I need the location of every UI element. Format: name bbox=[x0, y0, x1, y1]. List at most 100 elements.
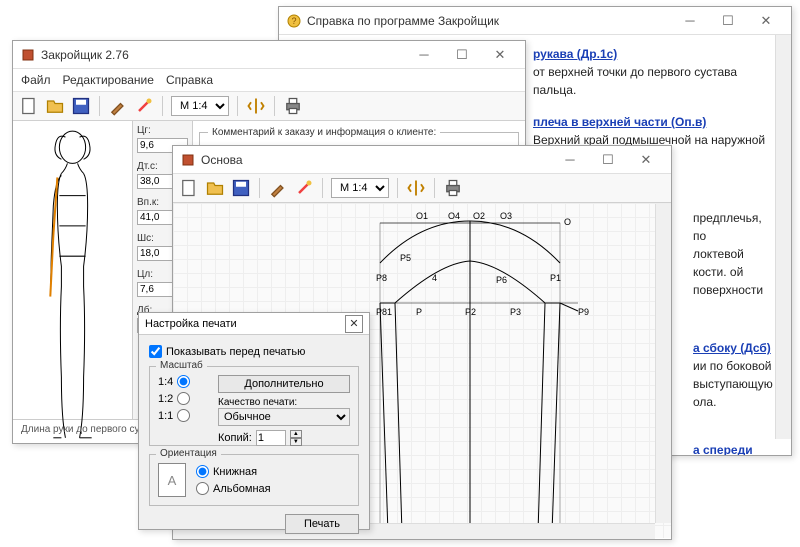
svg-text:P2: P2 bbox=[465, 307, 476, 317]
osnova-scrollbar-vertical[interactable] bbox=[655, 204, 671, 523]
svg-text:P1: P1 bbox=[550, 273, 561, 283]
scale-1-2-radio[interactable] bbox=[177, 392, 190, 405]
main-toolbar: М 1:4 bbox=[13, 92, 525, 121]
brush-icon[interactable] bbox=[268, 178, 288, 198]
svg-text:P6: P6 bbox=[496, 275, 507, 285]
main-title: Закройщик 2.76 bbox=[41, 48, 407, 62]
svg-text:O2: O2 bbox=[473, 211, 485, 221]
toolbar-separator bbox=[434, 178, 435, 198]
quality-label: Качество печати: bbox=[218, 397, 350, 408]
save-icon[interactable] bbox=[231, 178, 251, 198]
new-icon[interactable] bbox=[179, 178, 199, 198]
help-link-4[interactable]: а сбоку (Дсб) bbox=[693, 341, 771, 355]
svg-text:P81: P81 bbox=[376, 307, 392, 317]
toolbar-separator bbox=[397, 178, 398, 198]
svg-text:O3: O3 bbox=[500, 211, 512, 221]
svg-text:P9: P9 bbox=[578, 307, 589, 317]
portrait-radio[interactable] bbox=[196, 465, 209, 478]
print-dialog: Настройка печати ✕ Показывать перед печа… bbox=[138, 312, 370, 530]
help-text-3b: локтевой кости. ой поверхности bbox=[693, 247, 763, 297]
main-titlebar: Закройщик 2.76 ─ ☐ ✕ bbox=[13, 41, 525, 69]
toolbar-separator bbox=[237, 96, 238, 116]
help-scrollbar-vertical[interactable] bbox=[775, 35, 791, 439]
help-text-4: ии по боковой выступающую ола. bbox=[693, 359, 773, 409]
osnova-toolbar: М 1:4 bbox=[173, 174, 671, 203]
help-link-5[interactable]: а спереди (Дсп) bbox=[693, 443, 753, 455]
svg-text:?: ? bbox=[291, 16, 296, 26]
meas-label: Цг: bbox=[137, 125, 188, 136]
help-app-icon: ? bbox=[287, 14, 301, 28]
print-button[interactable]: Печать bbox=[285, 514, 359, 534]
svg-text:P: P bbox=[416, 307, 422, 317]
main-close-button[interactable]: ✕ bbox=[483, 45, 517, 65]
osnova-app-icon bbox=[181, 153, 195, 167]
svg-text:P5: P5 bbox=[400, 253, 411, 263]
quality-select[interactable]: Обычное bbox=[218, 408, 350, 426]
toolbar-separator bbox=[162, 96, 163, 116]
new-icon[interactable] bbox=[19, 96, 39, 116]
help-text-1: от верхней точки до первого сустава паль… bbox=[533, 65, 737, 97]
toolbar-separator bbox=[259, 178, 260, 198]
menu-file[interactable]: Файл bbox=[21, 73, 51, 87]
help-minimize-button[interactable]: ─ bbox=[673, 11, 707, 31]
brush-icon[interactable] bbox=[108, 96, 128, 116]
show-preview-checkbox[interactable] bbox=[149, 345, 162, 358]
extra-button[interactable]: Дополнительно bbox=[218, 375, 350, 393]
svg-text:O4: O4 bbox=[448, 211, 460, 221]
menu-edit[interactable]: Редактирование bbox=[63, 73, 154, 87]
help-link-1[interactable]: рукава (Др.1с) bbox=[533, 47, 617, 61]
print-title: Настройка печати bbox=[145, 318, 237, 330]
scale-select[interactable]: М 1:4 bbox=[171, 96, 229, 116]
main-menubar: Файл Редактирование Справка bbox=[13, 69, 525, 92]
menu-help[interactable]: Справка bbox=[166, 73, 213, 87]
toolbar-separator bbox=[99, 96, 100, 116]
figure-panel bbox=[13, 121, 133, 419]
help-link-2[interactable]: плеча в верхней части (Оп.в) bbox=[533, 115, 706, 129]
print-icon[interactable] bbox=[443, 178, 463, 198]
save-icon[interactable] bbox=[71, 96, 91, 116]
help-close-button[interactable]: ✕ bbox=[749, 11, 783, 31]
scale-1-4-radio[interactable] bbox=[177, 375, 190, 388]
svg-text:O: O bbox=[564, 217, 571, 227]
copies-down-icon[interactable]: ▼ bbox=[290, 438, 302, 446]
osnova-minimize-button[interactable]: ─ bbox=[553, 150, 587, 170]
print-icon[interactable] bbox=[283, 96, 303, 116]
help-title: Справка по программе Закройщик bbox=[307, 14, 673, 28]
page-orientation-icon: A bbox=[158, 463, 186, 497]
osnova-title: Основа bbox=[201, 153, 553, 167]
help-maximize-button[interactable]: ☐ bbox=[711, 11, 745, 31]
print-titlebar: Настройка печати ✕ bbox=[139, 313, 369, 335]
figure-svg bbox=[17, 125, 128, 448]
orient-group-label: Ориентация bbox=[156, 448, 221, 459]
main-minimize-button[interactable]: ─ bbox=[407, 45, 441, 65]
help-titlebar: ? Справка по программе Закройщик ─ ☐ ✕ bbox=[279, 7, 791, 35]
comment-legend: Комментарий к заказу и информация о клие… bbox=[208, 127, 440, 138]
mirror-icon[interactable] bbox=[246, 96, 266, 116]
osnova-close-button[interactable]: ✕ bbox=[629, 150, 663, 170]
osnova-maximize-button[interactable]: ☐ bbox=[591, 150, 625, 170]
status-text: Длина руки до первого су bbox=[21, 424, 140, 435]
osnova-titlebar: Основа ─ ☐ ✕ bbox=[173, 146, 671, 174]
copies-up-icon[interactable]: ▲ bbox=[290, 430, 302, 438]
mirror-icon[interactable] bbox=[406, 178, 426, 198]
wand-icon[interactable] bbox=[134, 96, 154, 116]
print-close-button[interactable]: ✕ bbox=[345, 315, 363, 333]
main-app-icon bbox=[21, 48, 35, 62]
open-icon[interactable] bbox=[45, 96, 65, 116]
svg-text:P8: P8 bbox=[376, 273, 387, 283]
main-maximize-button[interactable]: ☐ bbox=[445, 45, 479, 65]
toolbar-separator bbox=[322, 178, 323, 198]
wand-icon[interactable] bbox=[294, 178, 314, 198]
svg-text:4: 4 bbox=[432, 273, 437, 283]
landscape-radio[interactable] bbox=[196, 482, 209, 495]
help-text-3a: предплечья, по bbox=[693, 211, 762, 243]
toolbar-separator bbox=[274, 96, 275, 116]
scale-1-1-radio[interactable] bbox=[177, 409, 190, 422]
scale-group-label: Масштаб bbox=[156, 360, 207, 371]
open-icon[interactable] bbox=[205, 178, 225, 198]
copies-input[interactable] bbox=[256, 430, 286, 446]
osnova-scale-select[interactable]: М 1:4 bbox=[331, 178, 389, 198]
svg-text:O1: O1 bbox=[416, 211, 428, 221]
show-preview-label: Показывать перед печатью bbox=[166, 346, 305, 358]
svg-text:P3: P3 bbox=[510, 307, 521, 317]
